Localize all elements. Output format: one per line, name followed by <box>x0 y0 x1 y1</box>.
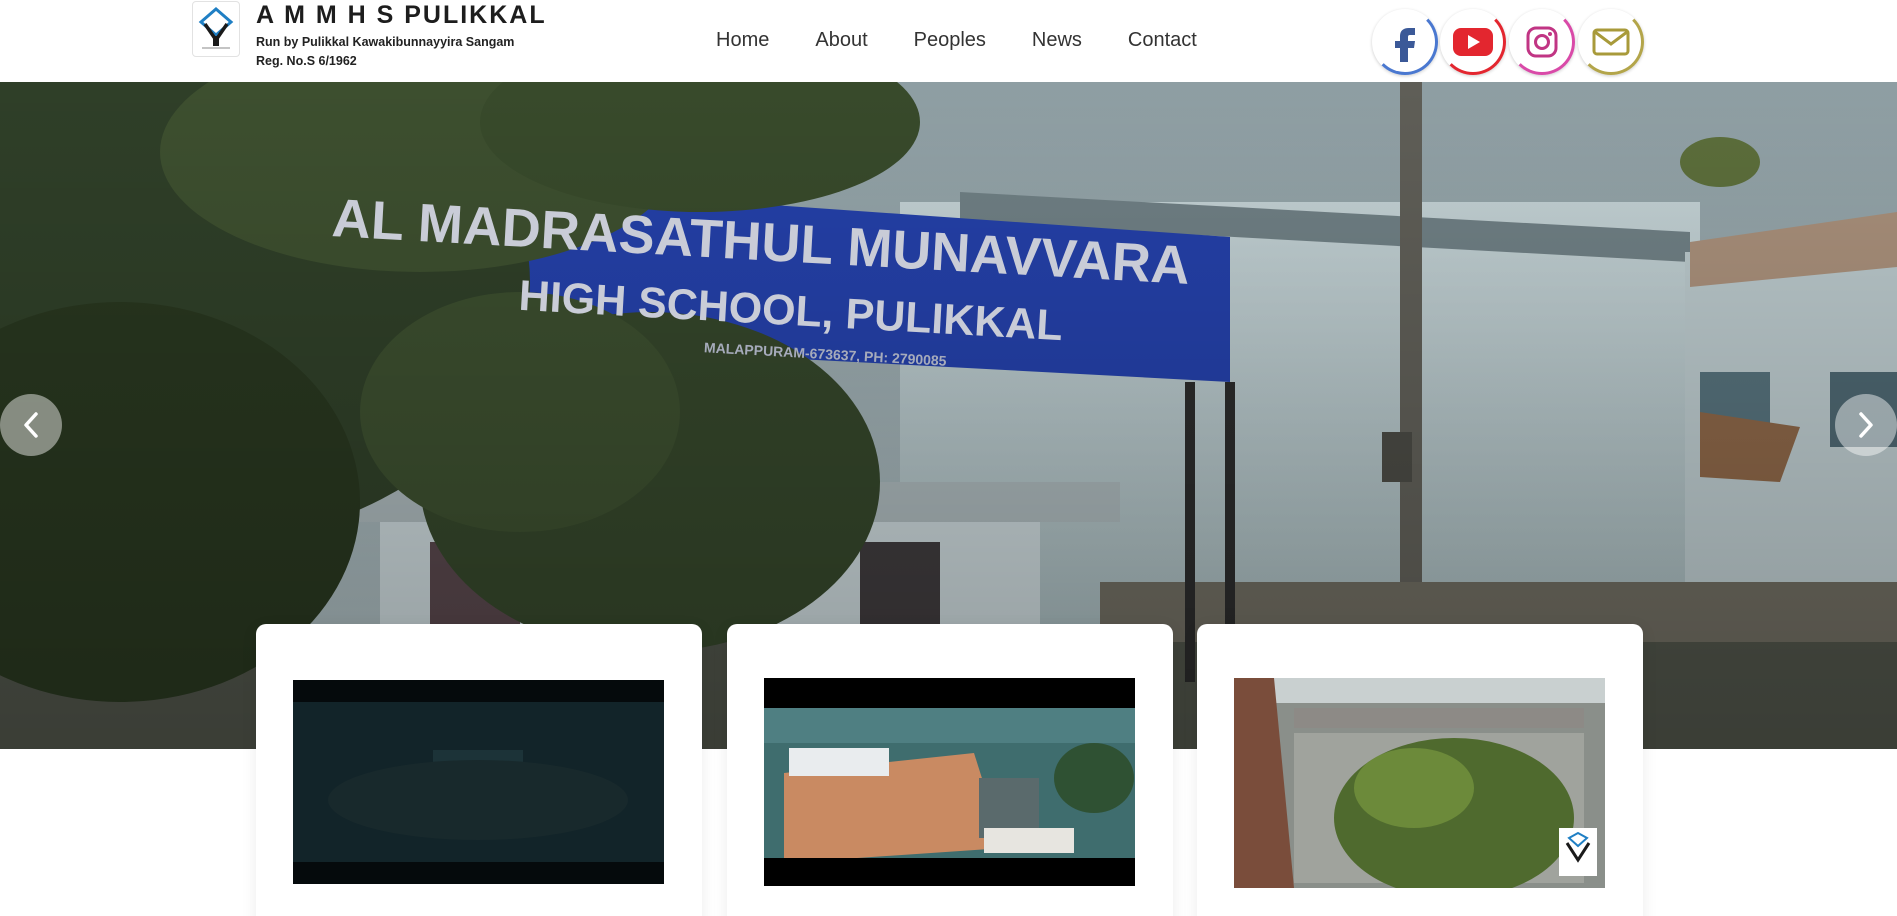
site-title[interactable]: A M M H S PULIKKAL <box>256 0 547 30</box>
brand-block: A M M H S PULIKKAL Run by Pulikkal Kawak… <box>256 0 547 71</box>
site-registration: Reg. No.S 6/1962 <box>256 54 357 68</box>
slider-next-button[interactable] <box>1835 394 1897 456</box>
chevron-left-icon <box>24 412 38 438</box>
video-card-2 <box>727 624 1173 916</box>
instagram-button[interactable] <box>1509 9 1575 75</box>
site-header: A M M H S PULIKKAL Run by Pulikkal Kawak… <box>0 0 1897 82</box>
video-card-3 <box>1197 624 1643 916</box>
slider-prev-button[interactable] <box>0 394 62 456</box>
school-logo[interactable] <box>192 1 240 57</box>
video-card-1 <box>256 624 702 916</box>
video-thumbnail-building[interactable] <box>1234 678 1605 888</box>
nav-contact[interactable]: Contact <box>1128 27 1197 53</box>
nav-about[interactable]: About <box>815 27 867 53</box>
nav-peoples[interactable]: Peoples <box>914 27 986 53</box>
facebook-button[interactable] <box>1372 9 1438 75</box>
youtube-button[interactable] <box>1440 9 1506 75</box>
nav-news[interactable]: News <box>1032 27 1082 53</box>
site-subtitle: Run by Pulikkal Kawakibunnayyira Sangam <box>256 35 515 49</box>
video-thumbnail-campus[interactable] <box>764 678 1135 886</box>
school-emblem-icon <box>198 7 234 49</box>
video-thumbnail-night[interactable] <box>293 680 664 884</box>
main-nav: Home About Peoples News Contact <box>716 27 1243 53</box>
chevron-right-icon <box>1859 412 1873 438</box>
mail-button[interactable] <box>1578 9 1644 75</box>
nav-home[interactable]: Home <box>716 27 769 53</box>
